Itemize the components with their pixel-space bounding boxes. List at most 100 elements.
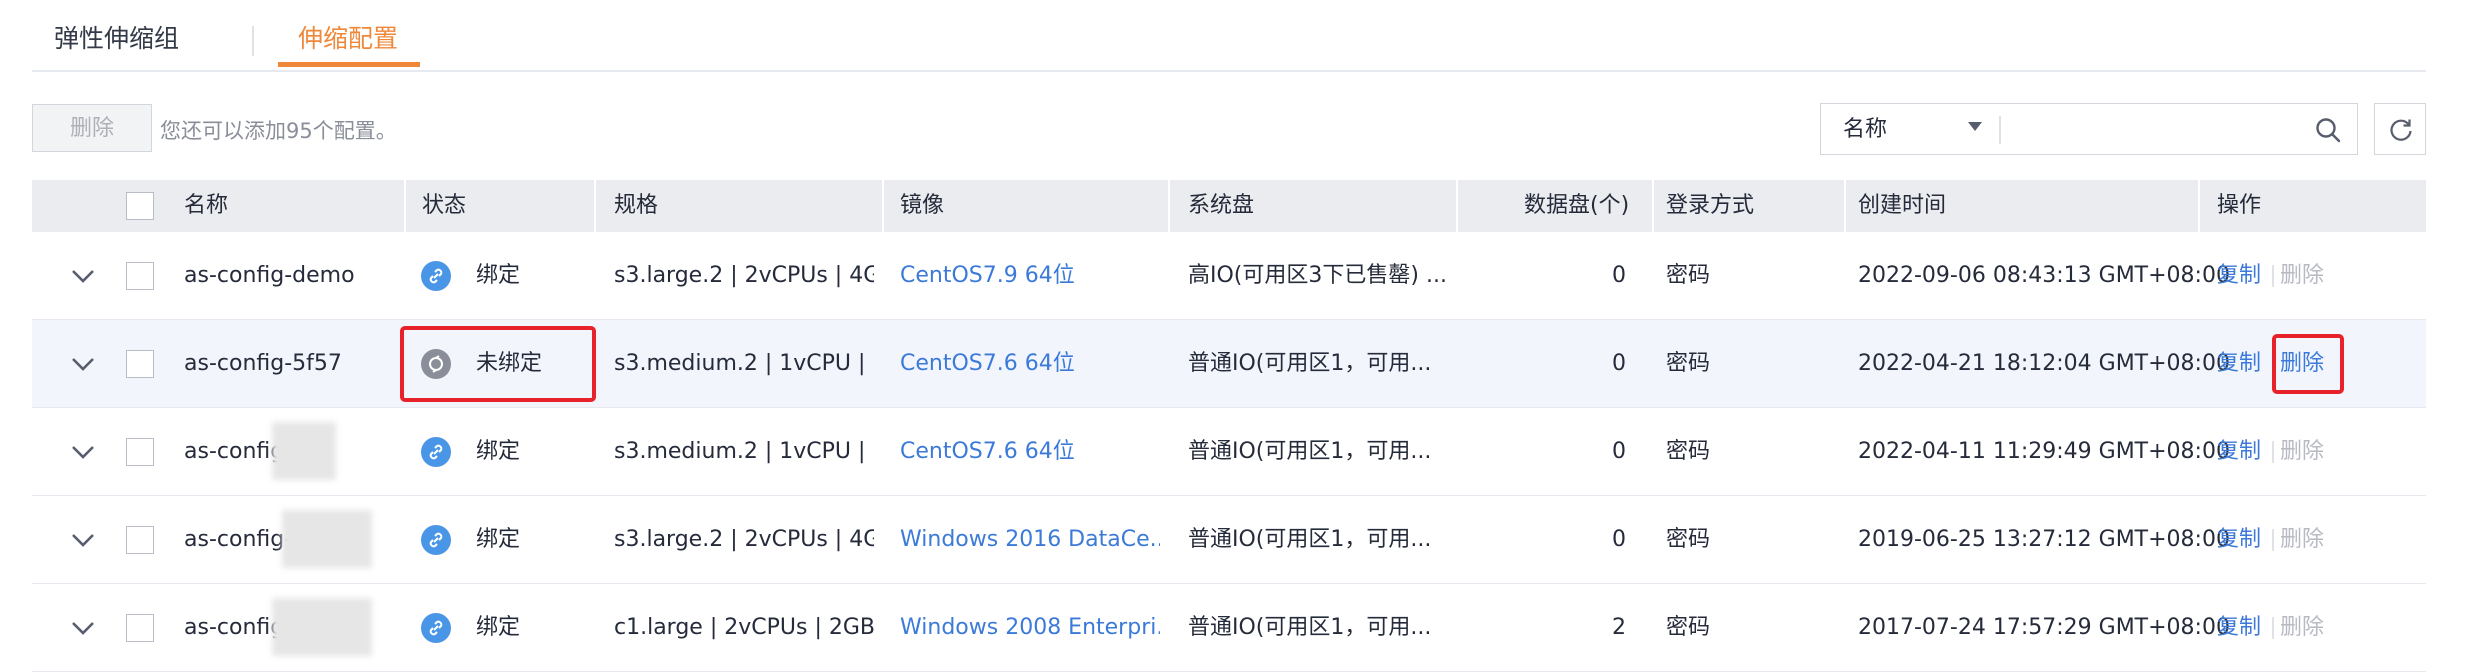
action-divider	[2272, 441, 2274, 463]
config-name: as-config-demo	[184, 263, 355, 288]
col-datadisk[interactable]: 数据盘(个)	[1524, 180, 1629, 232]
created-time: 2017-07-24 17:57:29 GMT+08:00	[1858, 615, 2230, 640]
refresh-icon	[2390, 119, 2412, 141]
col-image[interactable]: 镜像	[900, 180, 944, 232]
delete-button[interactable]: 删除	[32, 104, 152, 152]
login-method: 密码	[1666, 439, 1711, 464]
chevron-down-icon[interactable]	[70, 354, 96, 374]
spec-text: s3.medium.2 | 1vCPU | ...	[614, 439, 874, 464]
col-divider	[882, 180, 884, 232]
spec-text: s3.large.2 | 2vCPUs | 4GB	[614, 527, 874, 552]
status-text: 绑定	[476, 527, 521, 552]
redacted-area	[272, 598, 372, 656]
select-all-checkbox[interactable]	[126, 192, 154, 220]
delete-highlight-box	[2272, 334, 2344, 394]
system-disk-text: 普通IO(可用区1，可用...	[1188, 527, 1432, 552]
row-checkbox[interactable]	[126, 438, 154, 466]
link-icon	[421, 437, 451, 467]
config-name: as-config-5f57	[184, 351, 342, 376]
delete-link: 删除	[2280, 263, 2325, 288]
search-input[interactable]	[2013, 112, 2297, 148]
delete-link: 删除	[2280, 527, 2325, 552]
system-disk-text: 普通IO(可用区1，可用...	[1188, 439, 1432, 464]
login-method: 密码	[1666, 263, 1711, 288]
status-highlight-box	[400, 326, 596, 402]
quota-hint: 您还可以添加95个配置。	[160, 119, 397, 143]
search-icon[interactable]	[2315, 117, 2341, 143]
copy-link[interactable]: 复制	[2217, 320, 2261, 408]
chevron-down-icon[interactable]	[70, 530, 96, 550]
chevron-down-icon[interactable]	[70, 442, 96, 462]
redacted-area	[272, 422, 336, 480]
table-row: as-config- 绑定 s3.large.2 | 2vCPUs | 4GB …	[32, 496, 2426, 584]
active-tab-indicator	[278, 62, 420, 67]
col-divider	[1652, 180, 1654, 232]
config-table: 名称 状态 规格 镜像 系统盘 数据盘(个) 登录方式 创建时间 操作 as-c…	[32, 180, 2426, 672]
spec-text: s3.large.2 | 2vCPUs | 4GB	[614, 263, 874, 288]
search-field-select[interactable]: 名称	[1843, 116, 1887, 144]
link-icon	[421, 525, 451, 555]
refresh-button[interactable]	[2374, 103, 2426, 155]
status-text: 绑定	[476, 615, 521, 640]
data-disk-count: 0	[1612, 527, 1626, 552]
data-disk-count: 2	[1612, 615, 1626, 640]
image-link[interactable]: CentOS7.9 64位	[900, 232, 1160, 320]
tab-scaling-groups[interactable]: 弹性伸缩组	[54, 22, 179, 56]
table-header: 名称 状态 规格 镜像 系统盘 数据盘(个) 登录方式 创建时间 操作	[32, 180, 2426, 232]
col-spec[interactable]: 规格	[614, 180, 658, 232]
search-bar: 名称	[1820, 103, 2358, 155]
created-time: 2022-04-11 11:29:49 GMT+08:00	[1858, 439, 2230, 464]
copy-link[interactable]: 复制	[2217, 584, 2261, 672]
spec-text: c1.large | 2vCPUs | 2GB	[614, 615, 874, 640]
tab-divider	[252, 26, 254, 56]
col-divider	[2198, 180, 2200, 232]
system-disk-text: 高IO(可用区3下已售罄) ...	[1188, 263, 1447, 288]
spec-text: s3.medium.2 | 1vCPU | ...	[614, 351, 874, 376]
copy-link[interactable]: 复制	[2217, 232, 2261, 320]
table-row: as-config 绑定 c1.large | 2vCPUs | 2GB Win…	[32, 584, 2426, 672]
redacted-area	[282, 510, 372, 568]
col-divider	[1168, 180, 1170, 232]
col-sysdisk[interactable]: 系统盘	[1188, 180, 1254, 232]
action-divider	[2272, 265, 2274, 287]
action-divider	[2272, 529, 2274, 551]
table-row: as-config-demo 绑定 s3.large.2 | 2vCPUs | …	[32, 232, 2426, 320]
row-checkbox[interactable]	[126, 262, 154, 290]
data-disk-count: 0	[1612, 263, 1626, 288]
col-divider	[1844, 180, 1846, 232]
scrollbar[interactable]	[2474, 0, 2490, 672]
created-time: 2022-09-06 08:43:13 GMT+08:00	[1858, 263, 2230, 288]
copy-link[interactable]: 复制	[2217, 496, 2261, 584]
link-icon	[421, 261, 451, 291]
created-time: 2022-04-21 18:12:04 GMT+08:00	[1858, 351, 2230, 376]
tab-scaling-configs[interactable]: 伸缩配置	[298, 22, 398, 56]
link-icon	[421, 613, 451, 643]
image-link[interactable]: CentOS7.6 64位	[900, 408, 1160, 496]
image-link[interactable]: Windows 2008 Enterpri...	[900, 584, 1160, 672]
data-disk-count: 0	[1612, 439, 1626, 464]
image-link[interactable]: Windows 2016 DataCe...	[900, 496, 1160, 584]
chevron-down-icon[interactable]	[70, 618, 96, 638]
status-text: 绑定	[476, 263, 521, 288]
col-login[interactable]: 登录方式	[1666, 180, 1754, 232]
col-created[interactable]: 创建时间	[1858, 180, 1946, 232]
status-text: 绑定	[476, 439, 521, 464]
delete-link: 删除	[2280, 439, 2325, 464]
col-name[interactable]: 名称	[184, 180, 228, 232]
table-row: as-config 绑定 s3.medium.2 | 1vCPU | ... C…	[32, 408, 2426, 496]
col-divider	[594, 180, 596, 232]
col-divider	[404, 180, 406, 232]
col-status[interactable]: 状态	[422, 180, 466, 232]
chevron-down-icon[interactable]	[1968, 122, 1982, 131]
image-link[interactable]: CentOS7.6 64位	[900, 320, 1160, 408]
row-checkbox[interactable]	[126, 350, 154, 378]
col-actions: 操作	[2217, 193, 2262, 218]
col-divider	[1456, 180, 1458, 232]
login-method: 密码	[1666, 527, 1711, 552]
search-divider	[1999, 116, 2001, 144]
copy-link[interactable]: 复制	[2217, 408, 2261, 496]
action-divider	[2272, 617, 2274, 639]
row-checkbox[interactable]	[126, 526, 154, 554]
chevron-down-icon[interactable]	[70, 266, 96, 286]
row-checkbox[interactable]	[126, 614, 154, 642]
